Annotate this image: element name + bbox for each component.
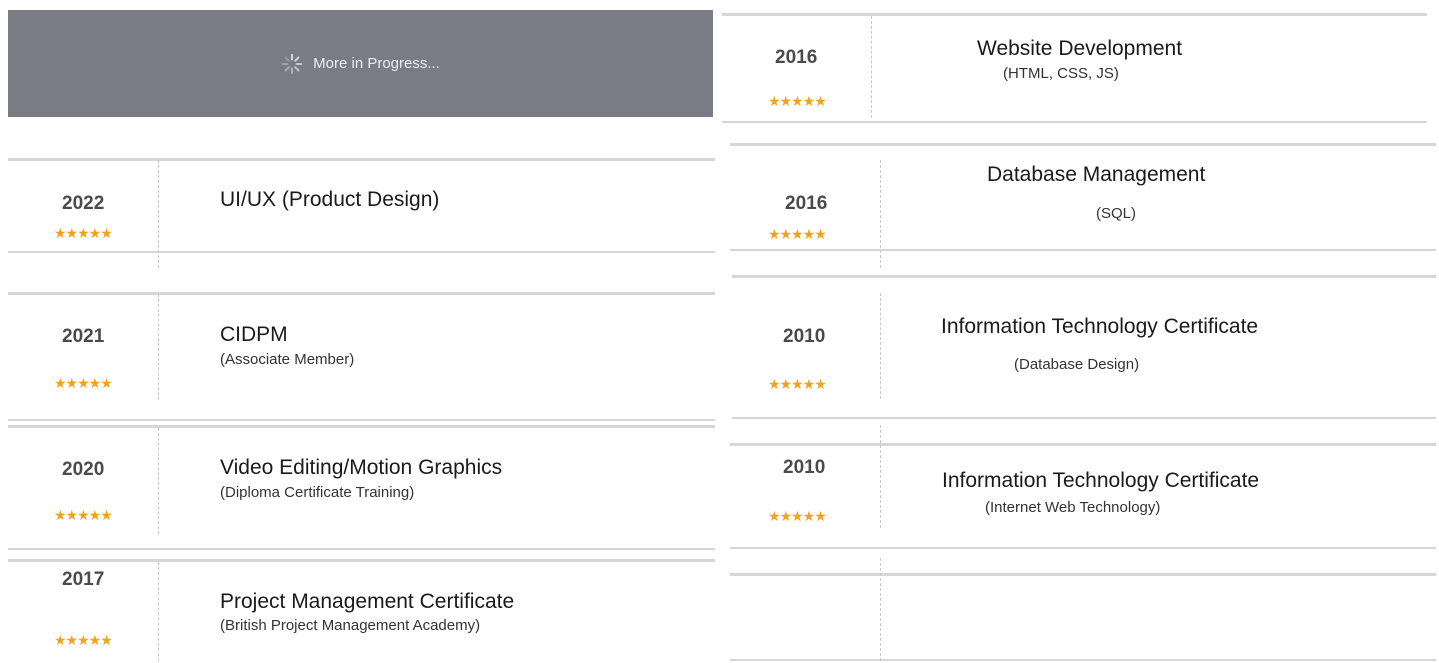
certification-card-2010-web-tech (730, 443, 1436, 549)
card-divider (871, 16, 872, 118)
certification-card-2021 (8, 292, 715, 421)
card-divider (880, 558, 881, 661)
star-rating: ★★★★★ (54, 375, 113, 391)
progress-text: More in Progress... (313, 55, 440, 72)
star-rating: ★★★★★ (768, 376, 827, 392)
card-divider (158, 294, 159, 400)
card-year: 2016 (775, 47, 818, 68)
card-subtitle: (HTML, CSS, JS) (1003, 65, 1119, 82)
card-subtitle: (Database Design) (1014, 356, 1140, 373)
empty-certification-card (730, 573, 1436, 661)
star-rating: ★★★★★ (54, 225, 113, 241)
card-divider (158, 428, 159, 534)
progress-banner: More in Progress... (8, 10, 713, 117)
card-title: Project Management Certificate (220, 590, 515, 613)
certification-card-2016-db (730, 143, 1436, 251)
card-year: 2016 (785, 193, 828, 214)
card-year: 2010 (783, 457, 826, 478)
card-divider (158, 160, 159, 268)
star-rating: ★★★★★ (54, 632, 113, 648)
card-subtitle: (Diploma Certificate Training) (220, 484, 415, 501)
card-subtitle: (SQL) (1096, 205, 1137, 222)
card-year: 2021 (62, 326, 105, 347)
card-title: UI/UX (Product Design) (220, 188, 440, 211)
card-year: 2020 (62, 459, 105, 480)
card-title: Video Editing/Motion Graphics (220, 456, 503, 479)
star-rating: ★★★★★ (768, 93, 827, 109)
card-subtitle: (Associate Member) (220, 351, 355, 368)
card-divider (880, 160, 881, 268)
card-divider (880, 293, 881, 399)
card-year: 2022 (62, 193, 105, 214)
card-title: Information Technology Certificate (942, 469, 1260, 492)
card-title: Database Management (987, 163, 1206, 186)
card-title: CIDPM (220, 323, 288, 346)
card-subtitle: (British Project Management Academy) (220, 617, 481, 634)
card-divider (880, 425, 881, 528)
spinner-icon (281, 53, 303, 74)
card-divider (158, 562, 159, 661)
card-title: Information Technology Certificate (941, 315, 1259, 338)
card-year: 2010 (783, 326, 826, 347)
card-title: Website Development (977, 37, 1183, 60)
card-subtitle: (Internet Web Technology) (985, 499, 1161, 516)
star-rating: ★★★★★ (54, 507, 113, 523)
star-rating: ★★★★★ (768, 508, 827, 524)
star-rating: ★★★★★ (768, 226, 827, 242)
certification-card-2010-db-design (732, 275, 1436, 419)
card-year: 2017 (62, 569, 105, 590)
